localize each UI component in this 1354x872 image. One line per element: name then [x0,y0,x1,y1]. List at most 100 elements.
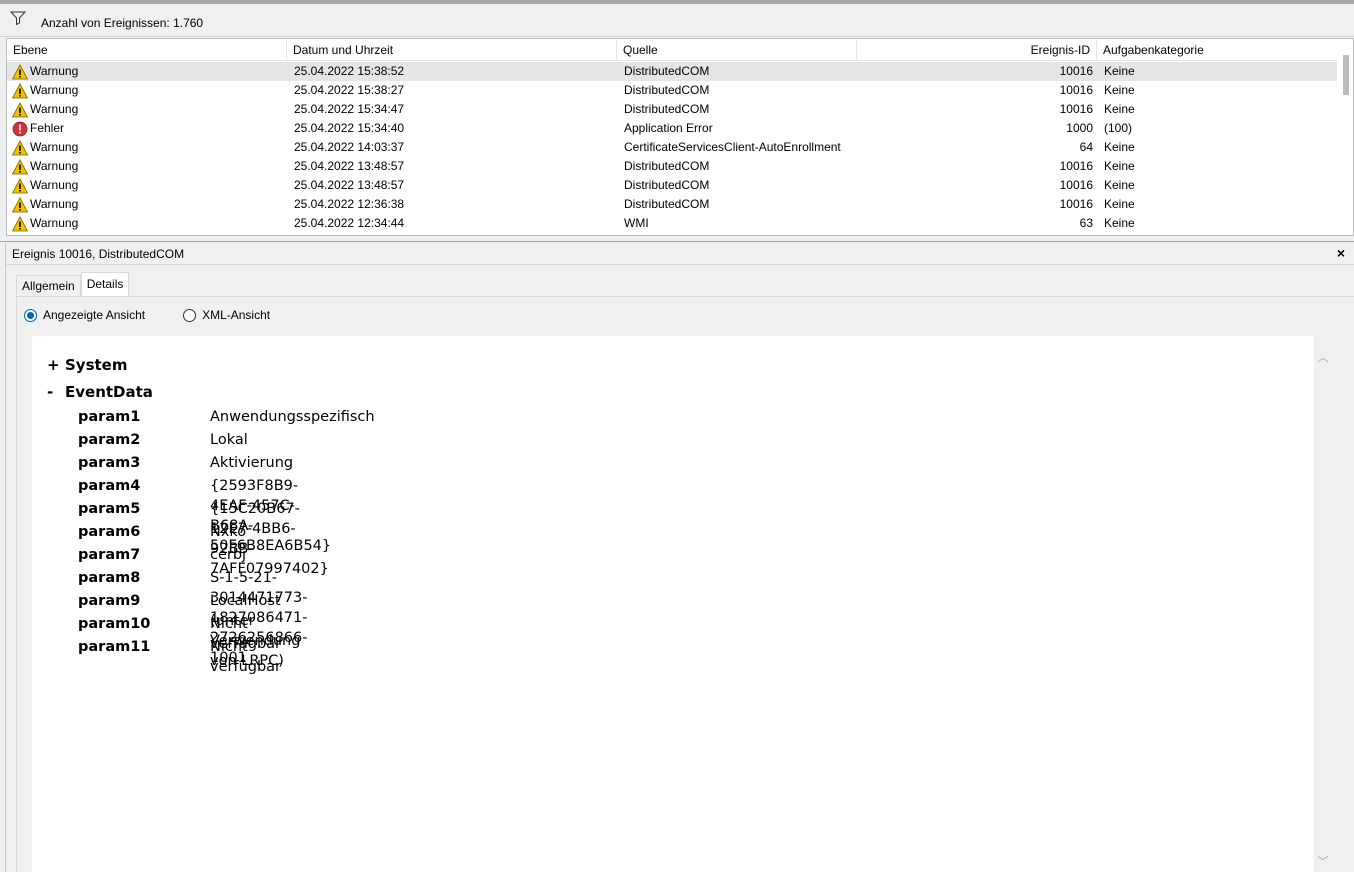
column-header-date[interactable]: Datum und Uhrzeit [287,39,617,61]
scroll-up-icon[interactable]: ︿ [1317,352,1329,364]
event-count: Anzahl von Ereignissen: 1.760 [41,16,204,30]
event-id-cell: 10016 [1059,102,1093,116]
date-cell: 25.04.2022 13:48:57 [294,159,405,173]
source-cell: DistributedCOM [624,197,710,211]
table-scrollbar[interactable] [1337,39,1353,235]
date-cell: 25.04.2022 12:36:38 [294,197,405,211]
param-key: param11 [78,639,151,655]
event-data-view: + System - EventData param1 Anwendungsspe… [32,336,1332,872]
param-key: param3 [78,455,141,471]
param-key: param2 [78,432,141,448]
level-cell: Warnung [12,81,78,100]
filter-bar: Anzahl von Ereignissen: 1.760 [0,0,1354,37]
event-id-cell: 64 [1079,140,1093,154]
table-row[interactable]: Warnung 25.04.2022 15:34:47 DistributedCOM… [7,100,1339,119]
tree-node-eventdata[interactable]: - EventData [47,383,153,401]
xml-view-label: XML-Ansicht [202,308,271,322]
event-id-cell: 1000 [1066,121,1093,135]
level-text: Warnung [30,64,79,78]
param-key: param10 [78,616,151,632]
task-category-cell: Keine [1104,159,1135,173]
column-header-event-id[interactable]: Ereignis-ID [857,39,1097,61]
warning-icon [12,215,30,232]
table-row[interactable]: Warnung 25.04.2022 15:38:27 DistributedCOM… [7,81,1339,100]
radio-unchecked-icon[interactable] [183,308,197,322]
date-cell: 25.04.2022 14:03:37 [294,140,405,154]
scroll-down-icon[interactable]: ﹀ [1317,856,1329,868]
source-cell: DistributedCOM [624,83,710,97]
param-key: param1 [78,409,141,425]
date-cell: 25.04.2022 15:34:47 [294,102,405,116]
table-scrollbar-thumb[interactable] [1343,55,1349,95]
column-header-source[interactable]: Quelle [617,39,857,61]
date-cell: 25.04.2022 12:34:44 [294,216,405,230]
table-row[interactable]: Warnung 25.04.2022 12:36:38 DistributedCOM… [7,195,1339,214]
source-cell: DistributedCOM [624,64,710,78]
friendly-view-radio[interactable]: Angezeigte Ansicht [24,308,145,322]
level-cell: Warnung [12,62,78,81]
task-category-cell: Keine [1104,83,1135,97]
param-value: Anwendungsspezifisch [210,409,375,425]
collapse-icon[interactable]: - [47,383,65,401]
level-text: Warnung [30,197,79,211]
details-scrollbar[interactable]: ︿ ﹀ [1314,336,1332,872]
task-category-cell: Keine [1104,64,1135,78]
level-text: Fehler [30,121,65,135]
table-row[interactable]: Warnung 25.04.2022 15:38:52 DistributedCOM… [7,62,1339,81]
param-value: Nxko [210,524,247,540]
level-text: Warnung [30,83,79,97]
table-rows: Warnung 25.04.2022 15:38:52 DistributedCOM… [7,62,1339,233]
event-id-cell: 10016 [1059,197,1093,211]
task-category-cell: Keine [1104,102,1135,116]
column-header-task-category[interactable]: Aufgabenkategorie [1097,39,1339,61]
date-cell: 25.04.2022 15:34:40 [294,121,405,135]
task-category-cell: Keine [1104,197,1135,211]
param-value: Aktivierung [210,455,294,471]
expand-icon[interactable]: + [47,356,65,374]
tab-details[interactable]: Details [80,272,130,296]
source-cell: DistributedCOM [624,178,710,192]
xml-view-radio[interactable]: XML-Ansicht [183,308,270,322]
table-row[interactable]: Warnung 25.04.2022 13:48:57 DistributedCOM… [7,176,1339,195]
table-row[interactable]: Warnung 25.04.2022 14:03:37 CertificateSer… [7,138,1339,157]
task-category-cell: (100) [1104,121,1133,135]
warning-icon [12,139,30,156]
table-row[interactable]: Warnung 25.04.2022 13:48:57 DistributedCOM… [7,157,1339,176]
param-key: param7 [78,547,141,563]
table-row[interactable]: Warnung 25.04.2022 12:34:44 WMI 63 Keine [7,214,1339,233]
level-cell: Warnung [12,195,78,214]
level-text: Warnung [30,178,79,192]
table-row[interactable]: Fehler 25.04.2022 15:34:40 Application Err… [7,119,1339,138]
level-cell: Warnung [12,214,78,233]
level-cell: Warnung [12,176,78,195]
level-cell: Fehler [12,119,64,138]
level-text: Warnung [30,216,79,230]
warning-icon [12,196,30,213]
pane-splitter[interactable] [0,236,1354,242]
events-table: Ebene Datum und Uhrzeit Quelle Ereignis-… [6,38,1354,236]
close-button[interactable]: × [1334,245,1348,261]
warning-icon [12,101,30,118]
param-key: param4 [78,478,141,494]
task-category-cell: Keine [1104,178,1135,192]
left-edge [0,243,6,872]
filter-icon[interactable] [10,11,26,25]
radio-checked-icon[interactable] [24,308,37,322]
param-value: Nicht verfügbar [210,639,282,675]
param-value: cerbj [210,547,247,563]
level-text: Warnung [30,102,79,116]
event-id-cell: 10016 [1059,178,1093,192]
details-title: Ereignis 10016, DistributedCOM [12,247,185,261]
tree-node-system[interactable]: + System [47,356,127,374]
param-key: param8 [78,570,141,586]
param-value: Lokal [210,432,248,448]
details-tabs: Allgemein Details [16,272,130,296]
level-text: Warnung [30,159,79,173]
task-category-cell: Keine [1104,140,1135,154]
column-header-level[interactable]: Ebene [7,39,287,61]
tree-node-label: System [65,356,128,374]
error-icon [12,121,30,137]
level-text: Warnung [30,140,79,154]
event-id-cell: 63 [1079,216,1093,230]
tab-general[interactable]: Allgemein [16,275,81,296]
